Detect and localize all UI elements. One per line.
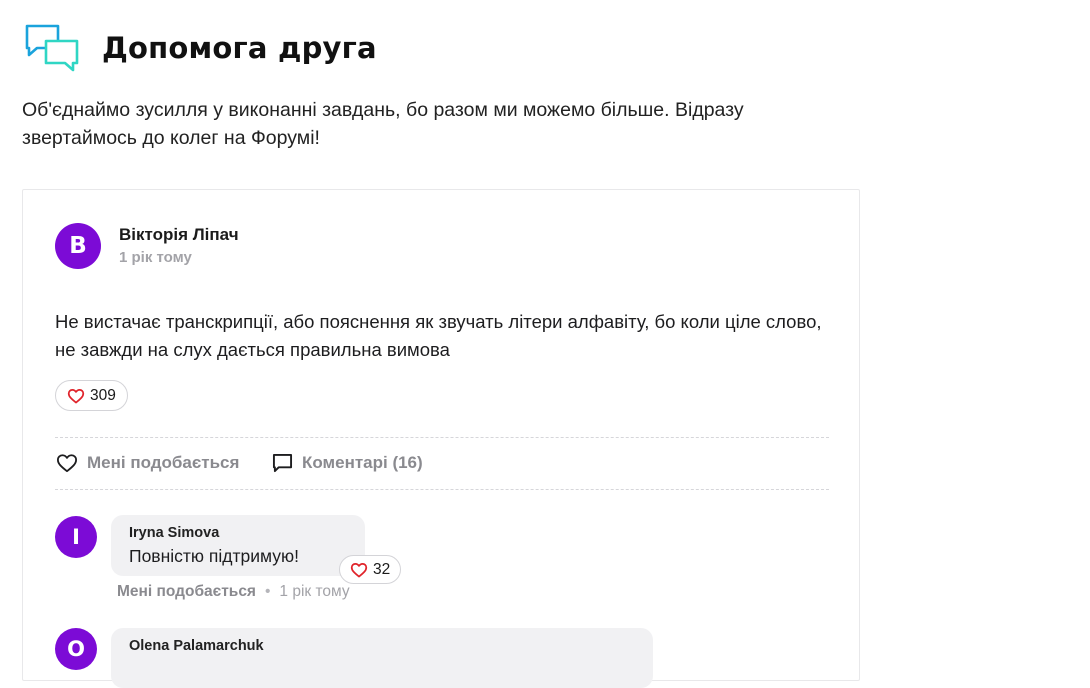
comment-author[interactable]: Olena Palamarchuk: [129, 638, 264, 654]
comments-button-label: Коментарі (16): [302, 453, 423, 472]
comment-like-button[interactable]: Мені подобається: [117, 583, 256, 600]
comment-bubble: Iryna Simova Повністю підтримую!: [111, 515, 365, 576]
like-button-label: Мені подобається: [87, 453, 240, 472]
avatar[interactable]: I: [55, 516, 97, 558]
comments-button[interactable]: Коментарі (16): [272, 453, 423, 473]
like-button[interactable]: Мені подобається: [56, 453, 239, 473]
avatar[interactable]: O: [55, 628, 97, 670]
divider: [55, 489, 829, 490]
post-text: Не вистачає транскрипції, або пояснення …: [55, 311, 822, 360]
post-time: 1 рік тому: [119, 249, 192, 266]
comment-bubble: Olena Palamarchuk: [111, 628, 653, 688]
comment-time: 1 рік тому: [279, 583, 350, 600]
page-header: Допомога друга: [24, 22, 377, 74]
avatar[interactable]: В: [55, 223, 101, 269]
page-title: Допомога друга: [102, 31, 377, 65]
post-author[interactable]: Вікторія Ліпач: [119, 225, 239, 245]
separator-dot: •: [264, 583, 271, 600]
post-likes-badge[interactable]: 309: [55, 380, 128, 411]
comment-likes-badge[interactable]: 32: [339, 555, 402, 584]
chat-bubbles-icon: [25, 24, 79, 72]
comment-icon: [272, 453, 293, 473]
comment-text: Повністю підтримую!: [129, 546, 299, 566]
heart-icon: [67, 388, 85, 403]
page-intro: Об'єднаймо зусилля у виконанні завдань, …: [22, 99, 744, 149]
comment-author[interactable]: Iryna Simova: [129, 525, 219, 541]
heart-icon: [57, 454, 77, 473]
post-card: В Вікторія Ліпач 1 рік тому Не вистачає …: [22, 189, 860, 688]
likes-count: 32: [373, 560, 391, 578]
likes-count: 309: [90, 386, 116, 404]
heart-icon: [350, 562, 368, 577]
comment-meta: Мені подобається • 1 рік тому: [117, 583, 350, 601]
divider: [55, 437, 829, 438]
